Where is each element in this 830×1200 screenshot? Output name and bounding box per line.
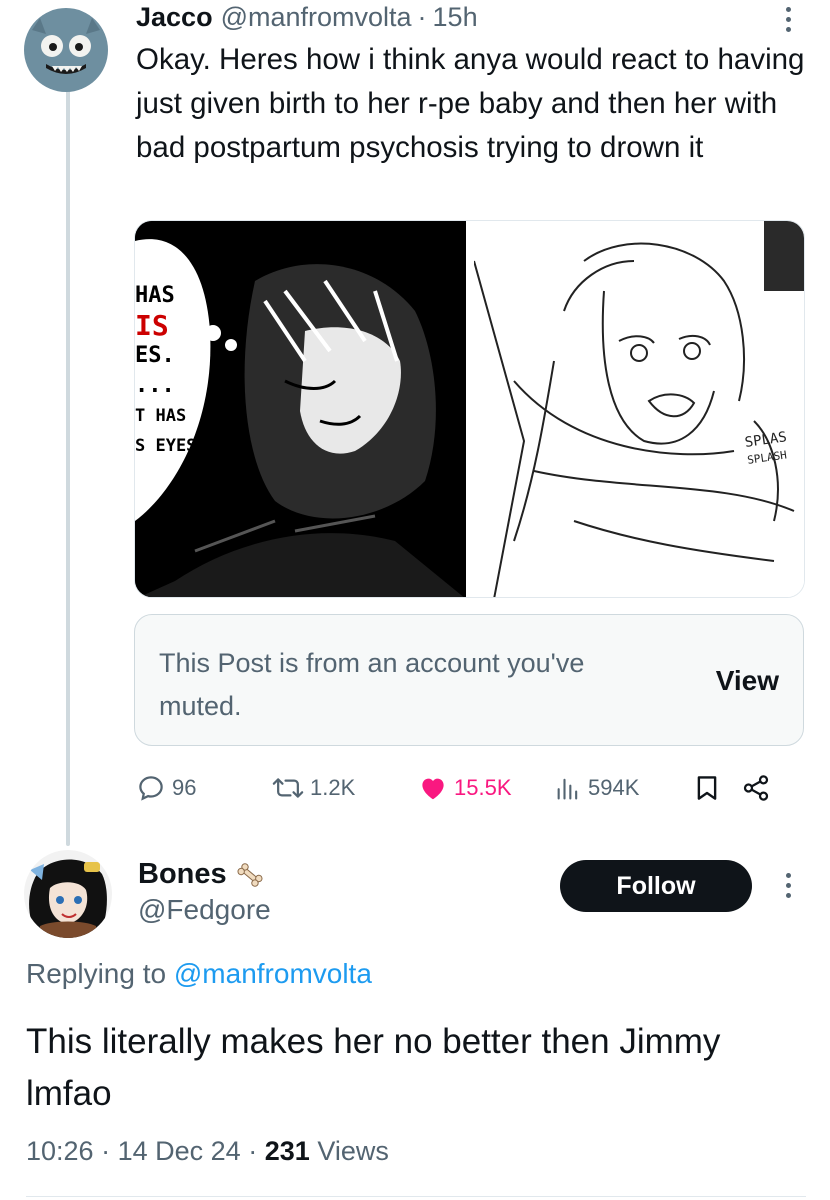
post-header: Jacco @manfromvolta · 15h [136, 0, 478, 34]
share-icon [743, 775, 769, 801]
reply-date[interactable]: 14 Dec 24 [118, 1136, 241, 1166]
reply-author-handle[interactable]: @Fedgore [138, 894, 271, 926]
share-button[interactable] [740, 766, 772, 810]
replying-to-line: Replying to @manfromvolta [26, 958, 372, 990]
meta-dot-2: · [248, 1136, 258, 1166]
reply-time[interactable]: 10:26 [26, 1136, 94, 1166]
speech-line-6: S EYES. [135, 436, 207, 456]
bookmark-button[interactable] [692, 766, 722, 810]
muted-notice-text: This Post is from an account you've mute… [159, 648, 585, 721]
heart-filled-icon [422, 778, 444, 800]
repost-button[interactable]: 1.2K [272, 766, 355, 810]
reply-icon [139, 776, 163, 801]
monster-avatar-icon [24, 8, 108, 92]
media-image-left[interactable]: HAS IS ES. ... T HAS S EYES. [135, 221, 466, 597]
bone-icon [237, 862, 263, 887]
reply-author-name[interactable]: Bones [138, 858, 227, 891]
speech-line-4: ... [135, 373, 175, 398]
thread-connector-line [66, 84, 70, 846]
like-button[interactable]: 15.5K [418, 766, 512, 810]
view-muted-post-button[interactable]: View [716, 665, 779, 697]
author-handle[interactable]: @manfromvolta [221, 2, 412, 33]
meta-dot-1: · [101, 1136, 111, 1166]
views-button[interactable]: 594K [554, 766, 639, 810]
reply-views-count[interactable]: 231 [265, 1136, 310, 1166]
repost-count: 1.2K [310, 775, 356, 800]
post-time[interactable]: 15h [433, 2, 478, 33]
like-count: 15.5K [454, 775, 512, 800]
more-options-icon[interactable] [778, 2, 798, 36]
bookmark-icon [697, 776, 717, 800]
post-text: Okay. Heres how i think anya would react… [136, 43, 805, 164]
reply-count: 96 [172, 775, 197, 800]
speech-line-2: IS [135, 309, 169, 342]
speech-line-3: ES. [135, 343, 175, 368]
replying-prefix: Replying to [26, 958, 167, 989]
analytics-bars-icon [557, 778, 578, 800]
views-count: 594K [588, 775, 640, 800]
author-name[interactable]: Jacco [136, 2, 213, 33]
reply-author-avatar[interactable] [24, 850, 112, 938]
reply-author-name-row[interactable]: Bones [138, 858, 265, 891]
more-options-icon[interactable] [778, 868, 798, 902]
muted-account-notice: This Post is from an account you've mute… [134, 614, 804, 746]
reply-views-label: Views [317, 1136, 389, 1166]
reply-text: This literally makes her no better then … [26, 1022, 721, 1113]
divider [26, 1196, 806, 1197]
post-action-bar: 96 1.2K 15.5K 594K [136, 766, 796, 810]
speech-line-5: T HAS [135, 406, 187, 426]
reply-button[interactable]: 96 [136, 766, 196, 810]
manga-panel-sketch-image [473, 221, 804, 597]
reply-meta: 10:26 · 14 Dec 24 · 231 Views [26, 1136, 389, 1167]
author-avatar[interactable] [24, 8, 108, 92]
anime-avatar-icon [24, 850, 112, 938]
media-image-right[interactable]: SPLAS SPLASH [473, 221, 804, 597]
speech-line-1: HAS [135, 283, 175, 308]
replying-mention-link[interactable]: @manfromvolta [174, 958, 372, 989]
post-media-grid: HAS IS ES. ... T HAS S EYES. SPLAS SPLAS… [134, 220, 805, 598]
follow-button[interactable]: Follow [560, 860, 752, 912]
repost-icon [272, 778, 304, 798]
header-separator: · [417, 1, 427, 32]
